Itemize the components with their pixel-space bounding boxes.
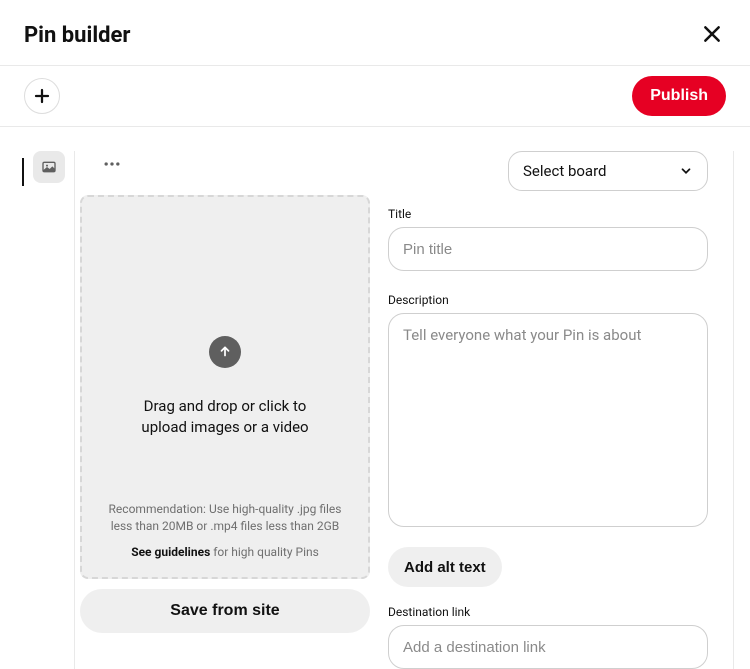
- image-icon: [41, 159, 57, 175]
- dropzone-main-text: Drag and drop or click to upload images …: [125, 396, 325, 438]
- page-title: Pin builder: [24, 23, 130, 48]
- plus-icon: [33, 87, 51, 105]
- toolbar: Publish: [0, 66, 750, 126]
- header: Pin builder: [0, 0, 750, 65]
- upload-dropzone[interactable]: Drag and drop or click to upload images …: [80, 195, 370, 579]
- more-options-button[interactable]: [98, 150, 126, 181]
- close-icon: [702, 24, 722, 44]
- left-rail: [0, 151, 24, 669]
- title-input[interactable]: [388, 227, 708, 271]
- chevron-down-icon: [679, 164, 693, 178]
- pin-thumbnail[interactable]: [33, 151, 65, 183]
- editor: Drag and drop or click to upload images …: [74, 151, 750, 669]
- active-indicator: [22, 158, 24, 186]
- board-select[interactable]: Select board: [508, 151, 708, 191]
- right-column: Select board Title Description Add alt t…: [388, 151, 708, 669]
- title-label: Title: [388, 207, 708, 221]
- dropzone-guidelines: See guidelines for high quality Pins: [98, 545, 352, 559]
- dropzone-recommendation: Recommendation: Use high-quality .jpg fi…: [98, 501, 352, 535]
- thumbnail-column: [24, 151, 74, 669]
- guidelines-rest: for high quality Pins: [210, 545, 319, 559]
- add-alt-text-button[interactable]: Add alt text: [388, 547, 502, 587]
- guidelines-link[interactable]: See guidelines: [131, 545, 210, 559]
- upload-arrow-icon: [218, 345, 232, 359]
- board-select-label: Select board: [523, 162, 606, 180]
- left-column: Drag and drop or click to upload images …: [80, 151, 370, 669]
- destination-label: Destination link: [388, 605, 708, 619]
- add-pin-button[interactable]: [24, 78, 60, 114]
- description-label: Description: [388, 293, 708, 307]
- upload-icon-circle: [209, 336, 241, 368]
- save-from-site-button[interactable]: Save from site: [80, 589, 370, 633]
- description-textarea[interactable]: [388, 313, 708, 527]
- workspace: Drag and drop or click to upload images …: [0, 127, 750, 669]
- destination-input[interactable]: [388, 625, 708, 669]
- publish-button[interactable]: Publish: [632, 76, 726, 116]
- ellipsis-icon: [102, 154, 122, 174]
- close-button[interactable]: [698, 20, 726, 51]
